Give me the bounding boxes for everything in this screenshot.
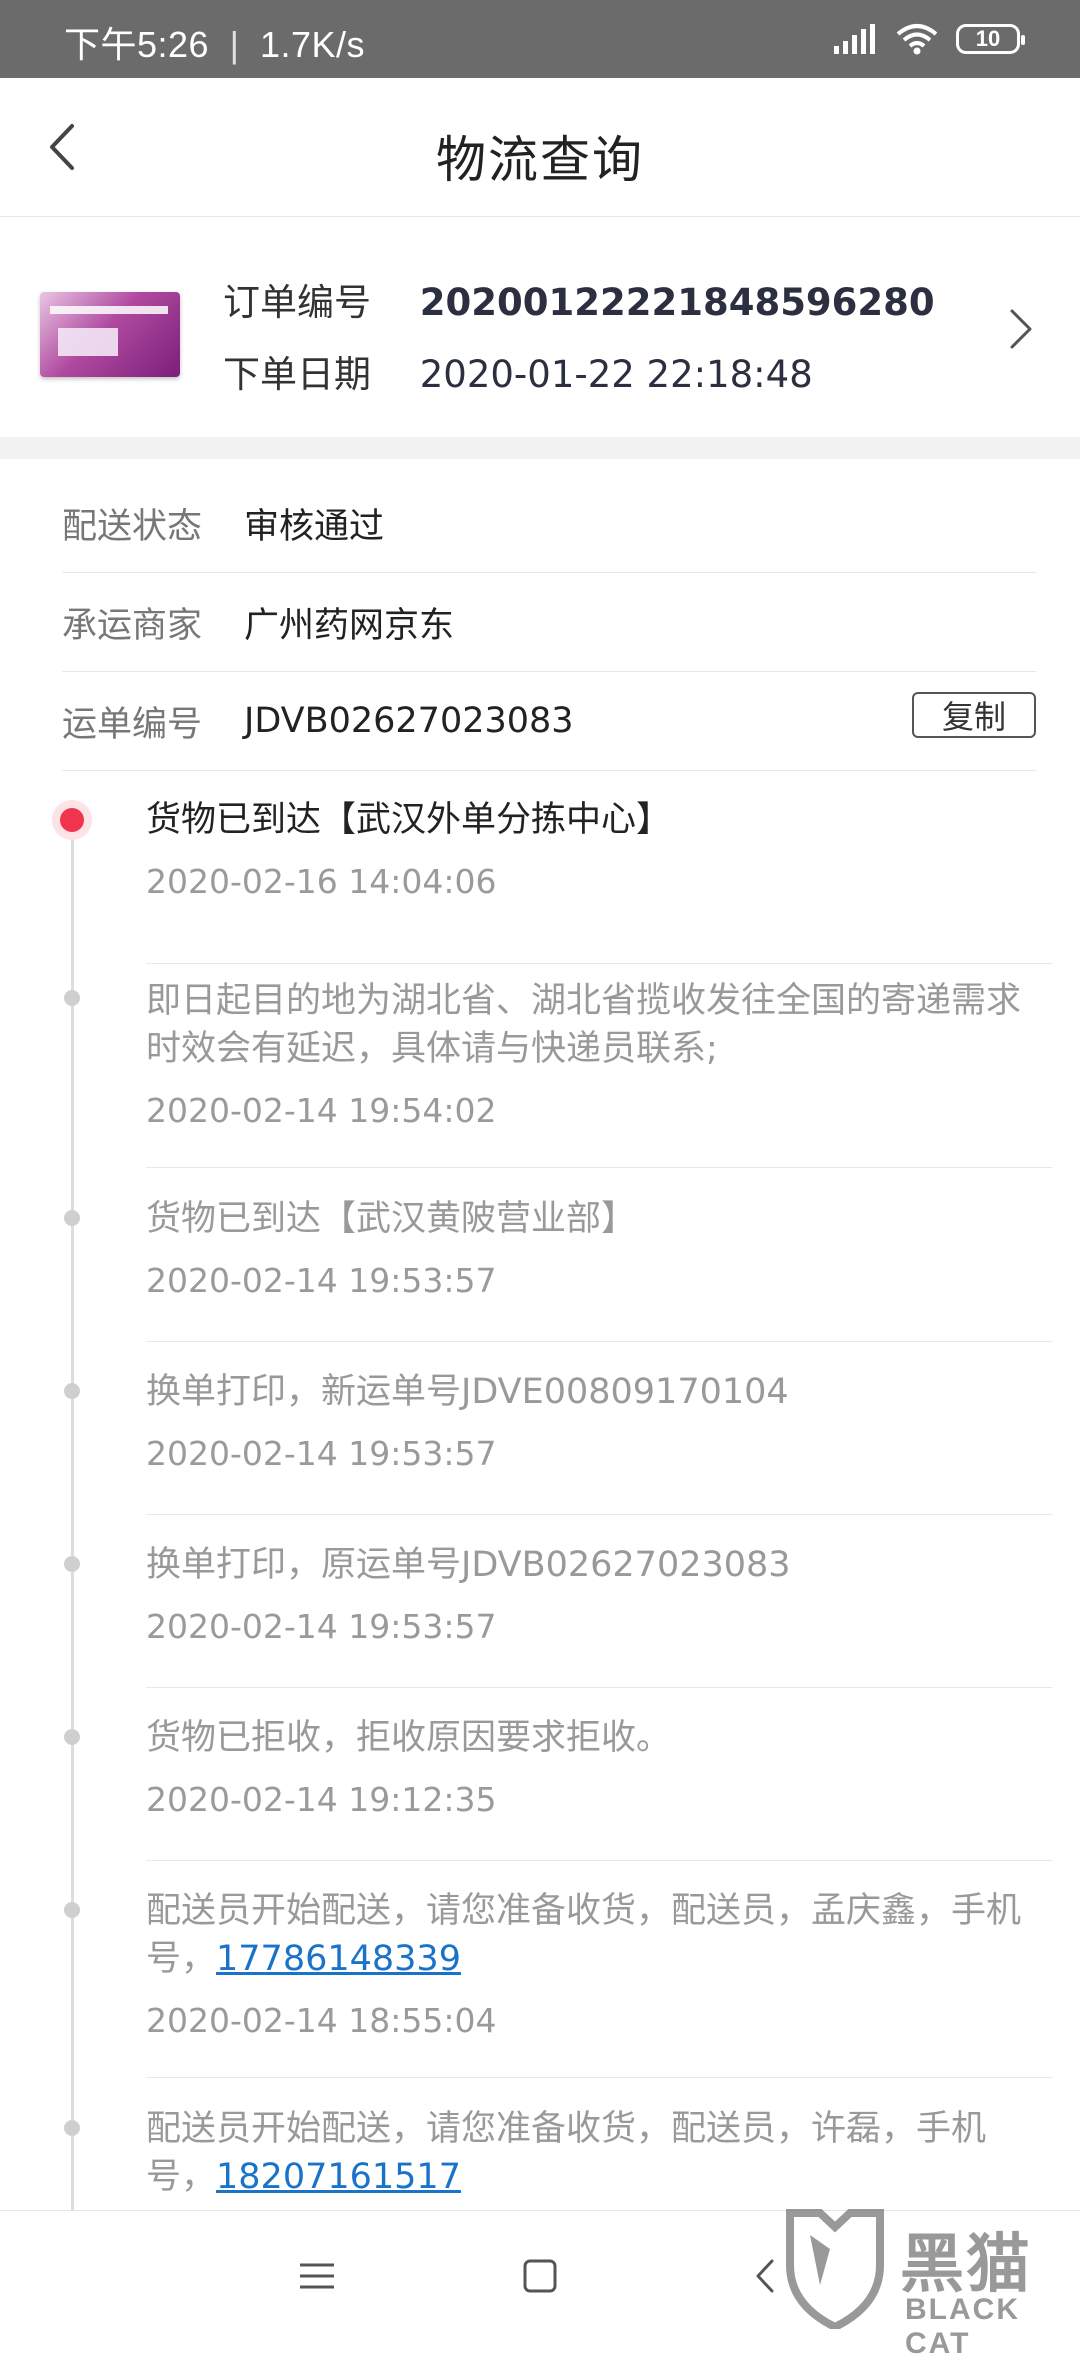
timeline-dot bbox=[64, 1729, 80, 1745]
delivery-status-value: 审核通过 bbox=[244, 506, 385, 547]
timeline-time: 2020-02-14 19:53:57 bbox=[146, 1434, 497, 1473]
waybill-label: 运单编号 bbox=[62, 704, 203, 745]
timeline-time: 2020-02-14 19:53:57 bbox=[146, 1607, 497, 1646]
timeline-dot bbox=[64, 990, 80, 1006]
waybill-value: JDVB02627023083 bbox=[244, 701, 574, 741]
timeline-text: 货物已拒收，拒收原因要求拒收。 bbox=[146, 1718, 672, 1758]
watermark: 黑猫 BLACK CAT bbox=[780, 2205, 1060, 2360]
timeline-time: 2020-02-16 14:04:06 bbox=[146, 862, 497, 901]
chevron-right-icon[interactable] bbox=[1000, 299, 1040, 359]
menu-icon[interactable] bbox=[292, 2251, 342, 2301]
status-speed: 1.7K/s bbox=[259, 24, 366, 65]
timeline-item: 即日起目的地为湖北省、湖北省揽收发往全国的寄递需求时效会有延迟，具体请与快递员联… bbox=[146, 977, 1052, 1168]
phone-link[interactable]: 18207161517 bbox=[216, 2157, 461, 2197]
system-nav-bar: 黑猫 BLACK CAT bbox=[0, 2209, 1080, 2360]
order-number-value: 20200122221848596280 bbox=[419, 281, 935, 324]
timeline-time: 2020-02-14 19:53:57 bbox=[146, 1261, 497, 1300]
timeline-dot bbox=[64, 2120, 80, 2136]
carrier-row: 承运商家 广州药网京东 bbox=[62, 573, 1036, 672]
black-cat-logo-icon bbox=[786, 2209, 884, 2329]
timeline-text: 即日起目的地为湖北省、湖北省揽收发往全国的寄递需求时效会有延迟，具体请与快递员联… bbox=[146, 981, 1022, 1069]
status-separator: | bbox=[229, 24, 240, 65]
timeline-time: 2020-02-14 19:54:02 bbox=[146, 1091, 497, 1130]
battery-icon: 10 bbox=[956, 24, 1025, 54]
logistics-timeline: 货物已到达【武汉外单分拣中心】 2020-02-16 14:04:06 即日起目… bbox=[0, 770, 1080, 2210]
timeline-text: 配送员开始配送，请您准备收货，配送员，孟庆鑫，手机号，17786148339 bbox=[146, 1887, 1052, 1983]
timeline-time: 2020-02-14 19:12:35 bbox=[146, 1780, 497, 1819]
timeline-item: 货物已到达【武汉黄陂营业部】 2020-02-14 19:53:57 bbox=[146, 1195, 1052, 1342]
delivery-status-row: 配送状态 审核通过 bbox=[62, 474, 1036, 573]
timeline-item: 配送员开始配送，请您准备收货，配送员，许磊，手机号，18207161517 bbox=[146, 2105, 1052, 2210]
timeline-dot bbox=[64, 1210, 80, 1226]
order-number-row: 订单编号 20200122221848596280 bbox=[223, 272, 935, 326]
timeline-text: 配送员开始配送，请您准备收货，配送员，许磊，手机号，18207161517 bbox=[146, 2105, 1052, 2201]
carrier-label: 承运商家 bbox=[62, 605, 203, 646]
timeline-item: 配送员开始配送，请您准备收货，配送员，孟庆鑫，手机号，17786148339 2… bbox=[146, 1887, 1052, 2078]
timeline-item: 货物已拒收，拒收原因要求拒收。 2020-02-14 19:12:35 bbox=[146, 1714, 1052, 1861]
timeline-line bbox=[71, 825, 74, 2210]
status-left: 下午5:26 | 1.7K/s bbox=[64, 16, 365, 68]
order-card[interactable]: 订单编号 20200122221848596280 下单日期 2020-01-2… bbox=[0, 217, 1080, 437]
timeline-time: 2020-02-14 18:55:04 bbox=[146, 2001, 497, 2040]
timeline-item: 换单打印，新运单号JDVE00809170104 2020-02-14 19:5… bbox=[146, 1368, 1052, 1515]
status-time: 下午5:26 bbox=[64, 24, 210, 65]
carrier-value: 广州药网京东 bbox=[244, 605, 455, 646]
copy-button[interactable]: 复制 bbox=[912, 692, 1036, 738]
title-bar: 物流查询 bbox=[0, 78, 1080, 217]
order-date-value: 2020-01-22 22:18:48 bbox=[419, 353, 813, 396]
status-bar: 下午5:26 | 1.7K/s 10 bbox=[0, 0, 1080, 78]
delivery-status-label: 配送状态 bbox=[62, 506, 203, 547]
timeline-text: 货物已到达【武汉外单分拣中心】 bbox=[146, 800, 672, 840]
page-title: 物流查询 bbox=[436, 131, 644, 189]
waybill-row: 运单编号 JDVB02627023083 复制 bbox=[62, 672, 1036, 771]
wifi-icon bbox=[896, 24, 938, 55]
order-number-label: 订单编号 bbox=[223, 281, 371, 324]
timeline-dot bbox=[64, 1902, 80, 1918]
timeline-item: 货物已到达【武汉外单分拣中心】 2020-02-16 14:04:06 bbox=[146, 796, 1052, 964]
timeline-dot bbox=[64, 1556, 80, 1572]
order-date-label: 下单日期 bbox=[223, 353, 371, 396]
order-date-row: 下单日期 2020-01-22 22:18:48 bbox=[223, 344, 813, 398]
phone-link[interactable]: 17786148339 bbox=[216, 1939, 461, 1979]
home-icon[interactable] bbox=[515, 2251, 565, 2301]
timeline-item: 换单打印，原运单号JDVB02627023083 2020-02-14 19:5… bbox=[146, 1541, 1052, 1688]
watermark-subtext: BLACK CAT bbox=[905, 2293, 1020, 2360]
timeline-dot bbox=[64, 1383, 80, 1399]
timeline-dot-active bbox=[52, 800, 92, 840]
section-divider bbox=[0, 437, 1080, 459]
status-icons: 10 bbox=[834, 18, 1025, 60]
timeline-text: 换单打印，原运单号JDVB02627023083 bbox=[146, 1545, 791, 1585]
watermark-text: 黑猫 bbox=[900, 2228, 1032, 2302]
signal-icon bbox=[834, 24, 875, 54]
battery-level: 10 bbox=[975, 26, 1001, 51]
timeline-text: 换单打印，新运单号JDVE00809170104 bbox=[146, 1372, 789, 1412]
timeline-text: 货物已到达【武汉黄陂营业部】 bbox=[146, 1199, 637, 1239]
product-thumbnail bbox=[40, 292, 180, 377]
